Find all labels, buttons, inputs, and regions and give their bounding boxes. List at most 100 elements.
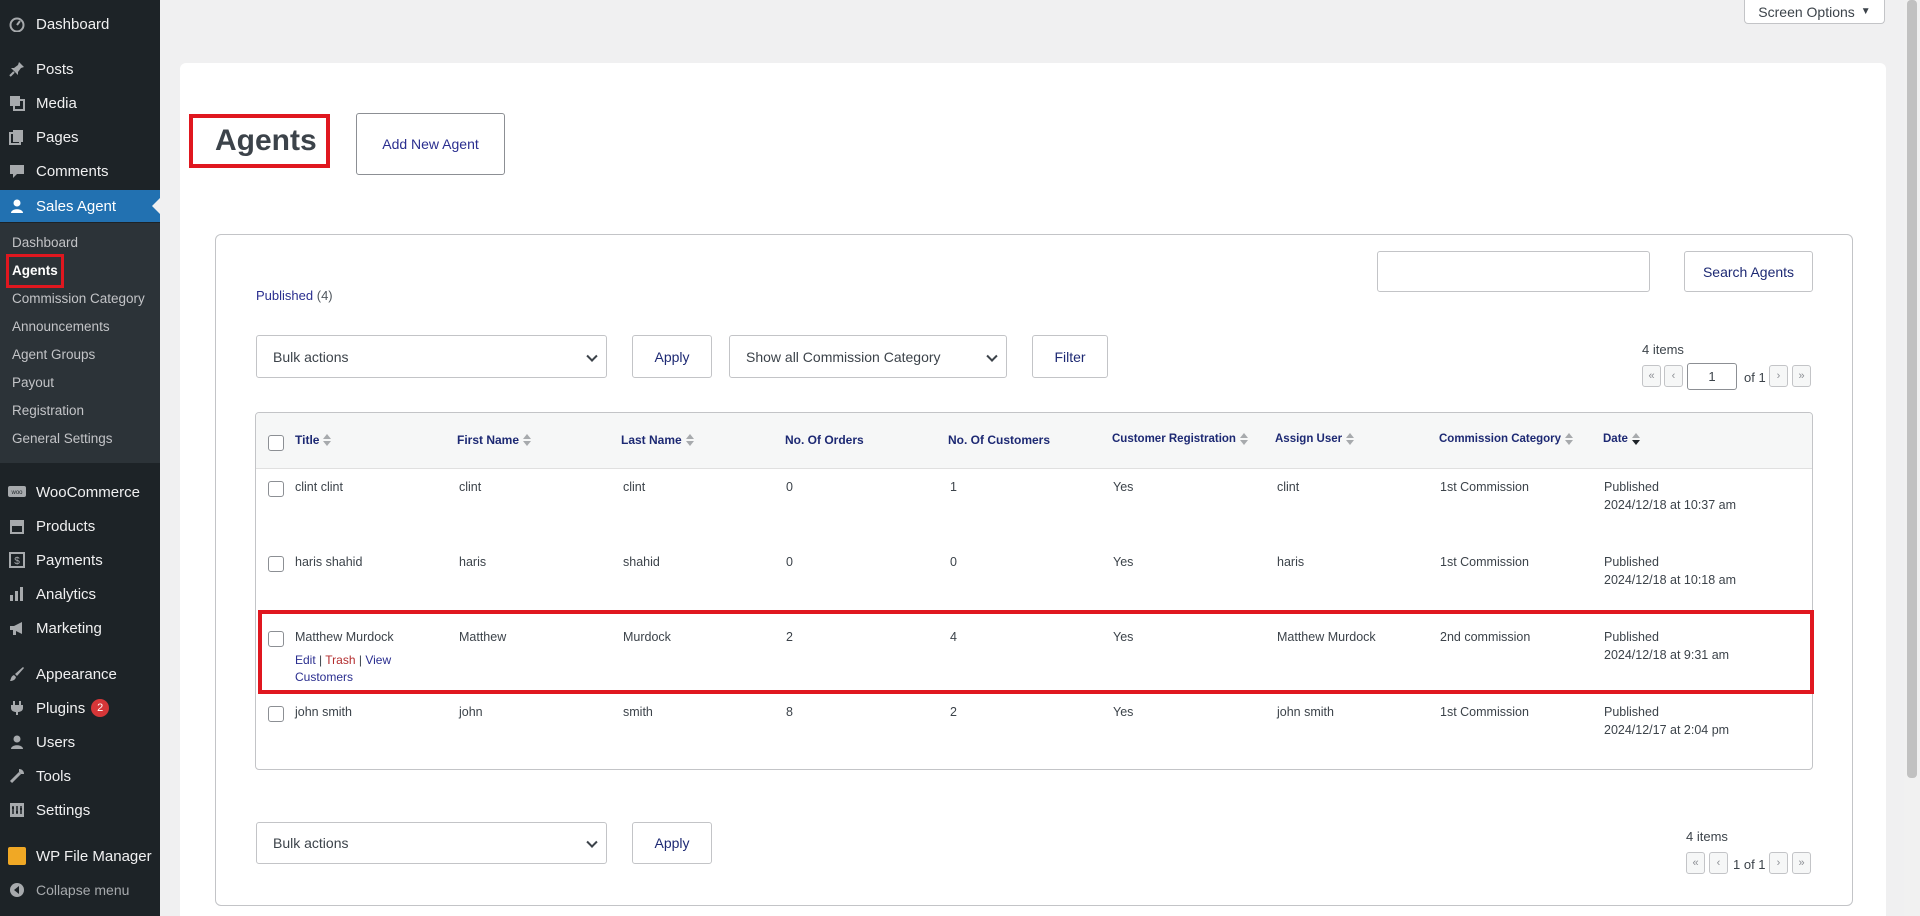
- commission-category-filter-select[interactable]: Show all Commission Category: [729, 335, 1007, 378]
- column-assign-user[interactable]: Assign User: [1275, 433, 1355, 445]
- screen-options-button[interactable]: Screen Options ▼: [1744, 0, 1885, 24]
- sort-icon: [523, 434, 532, 446]
- menu-payments[interactable]: $ Payments: [0, 544, 160, 576]
- commission-category-filter-value: Show all Commission Category: [746, 348, 941, 365]
- sort-desc-icon: [1631, 433, 1640, 445]
- dashboard-icon: [8, 15, 26, 33]
- assign-user-cell: john smith: [1277, 705, 1334, 719]
- page-of-text-bottom: 1 of 1: [1733, 857, 1766, 872]
- column-orders: No. Of Orders: [785, 433, 864, 447]
- menu-collapse[interactable]: Collapse menu: [0, 874, 160, 906]
- menu-marketing[interactable]: Marketing: [0, 612, 160, 644]
- row-checkbox[interactable]: [268, 556, 284, 572]
- prev-page-button-bottom[interactable]: ‹: [1709, 852, 1728, 874]
- column-commission-category[interactable]: Commission Category: [1439, 433, 1574, 445]
- column-label: Title: [295, 433, 320, 447]
- last-page-button-bottom[interactable]: »: [1792, 852, 1811, 874]
- add-new-agent-button[interactable]: Add New Agent: [356, 113, 505, 175]
- agent-title[interactable]: john smith: [295, 705, 352, 719]
- select-all-checkbox[interactable]: [268, 435, 284, 451]
- next-page-button-bottom[interactable]: ›: [1769, 852, 1788, 874]
- menu-label: Sales Agent: [36, 197, 117, 215]
- customers-cell: 2: [950, 705, 957, 719]
- orders-cell: 0: [786, 555, 793, 569]
- menu-label: Analytics: [36, 585, 97, 603]
- bulk-actions-value: Bulk actions: [273, 835, 349, 851]
- next-page-button-top[interactable]: ›: [1769, 365, 1788, 387]
- megaphone-icon: [8, 619, 26, 637]
- scrollbar-thumb[interactable]: [1907, 0, 1917, 778]
- apply-button-top[interactable]: Apply: [632, 335, 712, 378]
- menu-tools[interactable]: Tools: [0, 760, 160, 792]
- submenu-announcements[interactable]: Announcements: [12, 316, 110, 338]
- agent-title[interactable]: haris shahid: [295, 555, 362, 569]
- menu-posts[interactable]: Posts: [0, 53, 160, 85]
- orders-cell: 8: [786, 705, 793, 719]
- bulk-actions-select-bottom[interactable]: Bulk actions: [256, 822, 607, 864]
- prev-page-button-top[interactable]: ‹: [1664, 365, 1683, 387]
- column-last-name[interactable]: Last Name: [621, 433, 694, 447]
- items-count-bottom: 4 items: [1686, 829, 1728, 844]
- table-header: Title First Name Last Name No. Of Orders…: [256, 413, 1812, 469]
- agent-title[interactable]: clint clint: [295, 480, 343, 494]
- column-date[interactable]: Date: [1603, 433, 1640, 445]
- apply-button-bottom[interactable]: Apply: [632, 822, 712, 864]
- menu-analytics[interactable]: Analytics: [0, 578, 160, 610]
- menu-comments[interactable]: Comments: [0, 155, 160, 187]
- menu-wp-file-manager[interactable]: WP File Manager: [0, 840, 160, 872]
- published-link[interactable]: Published: [256, 288, 313, 303]
- menu-dashboard[interactable]: Dashboard: [0, 8, 160, 40]
- total-pages-text: of 1: [1744, 370, 1766, 385]
- menu-sales-agent[interactable]: Sales Agent: [0, 190, 160, 222]
- row-checkbox[interactable]: [268, 481, 284, 497]
- first-page-button-top[interactable]: «: [1642, 365, 1661, 387]
- submenu-registration[interactable]: Registration: [12, 400, 84, 422]
- row-checkbox[interactable]: [268, 706, 284, 722]
- submenu-agents[interactable]: Agents: [6, 254, 64, 288]
- last-name-cell: shahid: [623, 555, 660, 569]
- plugins-update-badge: 2: [91, 699, 110, 717]
- menu-users[interactable]: Users: [0, 726, 160, 758]
- items-count-top: 4 items: [1642, 342, 1684, 357]
- search-agents-button[interactable]: Search Agents: [1684, 251, 1813, 292]
- menu-label: Posts: [36, 60, 74, 78]
- menu-label: Products: [36, 517, 96, 535]
- submenu-dashboard[interactable]: Dashboard: [12, 232, 78, 254]
- menu-media[interactable]: Media: [0, 87, 160, 119]
- menu-woocommerce[interactable]: woo WooCommerce: [0, 476, 160, 508]
- submenu-agent-groups[interactable]: Agent Groups: [12, 344, 95, 366]
- sort-icon: [1565, 433, 1574, 445]
- current-page-input[interactable]: [1687, 363, 1737, 390]
- commission-category-cell: 1st Commission: [1440, 555, 1529, 569]
- menu-label: Appearance: [36, 665, 117, 683]
- menu-products[interactable]: Products: [0, 510, 160, 542]
- column-customer-registration[interactable]: Customer Registration: [1112, 433, 1248, 445]
- user-icon: [8, 197, 26, 215]
- chevron-down-icon: [586, 836, 598, 848]
- submenu-commission-category[interactable]: Commission Category: [12, 288, 145, 310]
- dollar-icon: $: [8, 551, 26, 569]
- menu-pages[interactable]: Pages: [0, 121, 160, 153]
- filter-button[interactable]: Filter: [1032, 335, 1108, 378]
- column-label: Customer Registration: [1112, 433, 1236, 445]
- assign-user-cell: clint: [1277, 480, 1300, 494]
- column-label: Date: [1603, 433, 1628, 445]
- column-first-name[interactable]: First Name: [457, 433, 532, 447]
- menu-settings[interactable]: Settings: [0, 794, 160, 826]
- date-status: Published: [1604, 555, 1659, 569]
- status-filter-published[interactable]: Published (4): [256, 288, 333, 303]
- menu-plugins[interactable]: Plugins 2: [0, 692, 160, 724]
- menu-appearance[interactable]: Appearance: [0, 658, 160, 690]
- submenu-payout[interactable]: Payout: [12, 372, 54, 394]
- highlighted-row-outline: [258, 610, 1814, 694]
- submenu-general-settings[interactable]: General Settings: [12, 428, 113, 450]
- sort-icon: [1346, 433, 1355, 445]
- last-page-button-top[interactable]: »: [1792, 365, 1811, 387]
- column-title[interactable]: Title: [295, 433, 332, 447]
- users-icon: [8, 733, 26, 751]
- search-input[interactable]: [1377, 251, 1650, 292]
- first-page-button-bottom[interactable]: «: [1686, 852, 1705, 874]
- table-row: clint clint clint clint 0 1 Yes clint 1s…: [256, 469, 1812, 544]
- collapse-icon: [8, 881, 26, 899]
- bulk-actions-select-top[interactable]: Bulk actions: [256, 335, 607, 378]
